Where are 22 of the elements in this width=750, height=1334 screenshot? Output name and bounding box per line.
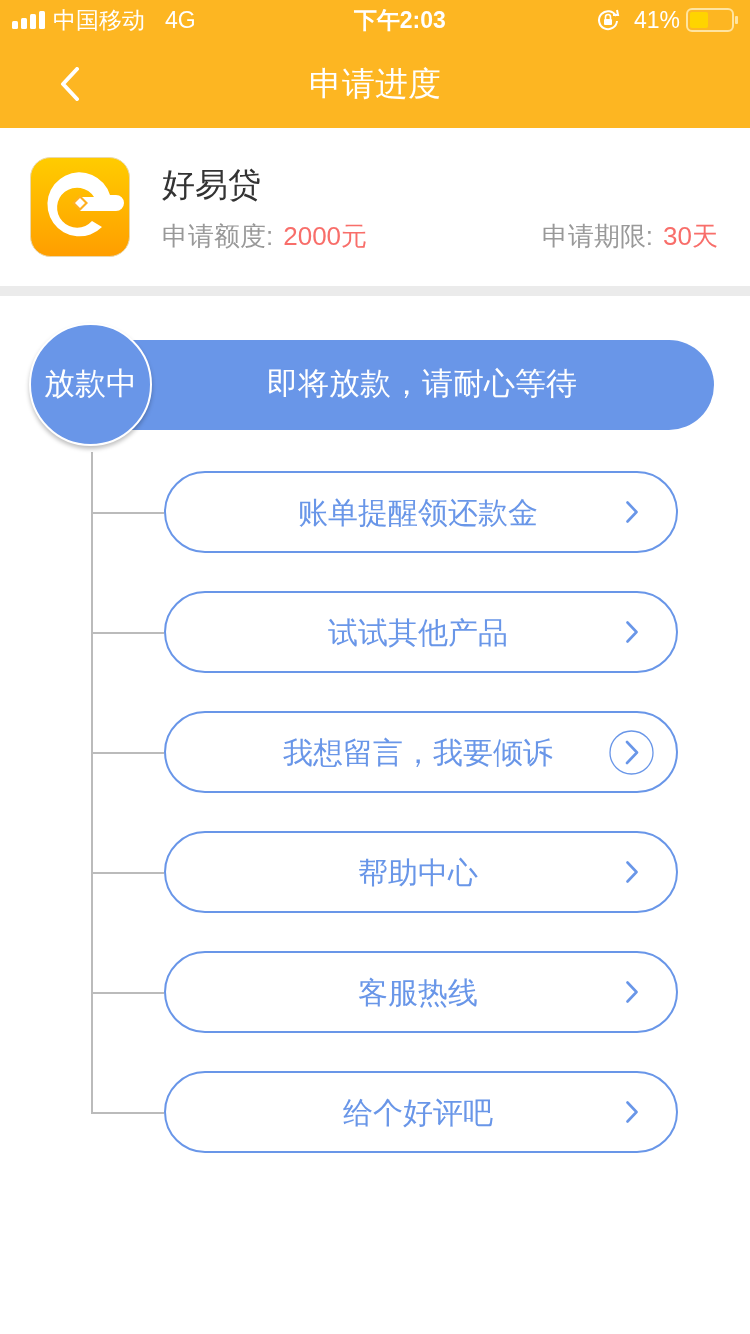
app-logo-icon [30, 157, 130, 257]
clock-time: 下午2:03 [353, 5, 446, 35]
amount-value: 2000元 [283, 220, 368, 253]
network-type: 4G [165, 5, 196, 35]
action-button[interactable]: 给个好评吧 [164, 1071, 678, 1153]
loan-product-name: 好易贷 [162, 165, 262, 205]
action-button[interactable]: 账单提醒领还款金 [164, 471, 678, 553]
battery-percent: 41% [633, 5, 680, 35]
back-icon [60, 67, 80, 101]
battery-icon [686, 8, 738, 32]
carrier-name: 中国移动 [53, 5, 145, 35]
term-value: 30天 [663, 220, 718, 253]
action-button[interactable]: 帮助中心 [164, 831, 678, 913]
page-title: 申请进度 [309, 64, 441, 105]
term-label: 申请期限: [541, 220, 654, 253]
stage-badge: 放款中 [29, 323, 152, 446]
signal-icon [12, 11, 45, 29]
action-button[interactable]: 我想留言，我要倾诉 [164, 711, 678, 793]
action-button[interactable]: 客服热线 [164, 951, 678, 1033]
amount-label: 申请额度: [162, 220, 274, 253]
rotation-lock-icon [595, 8, 620, 32]
action-button[interactable]: 试试其他产品 [164, 591, 678, 673]
